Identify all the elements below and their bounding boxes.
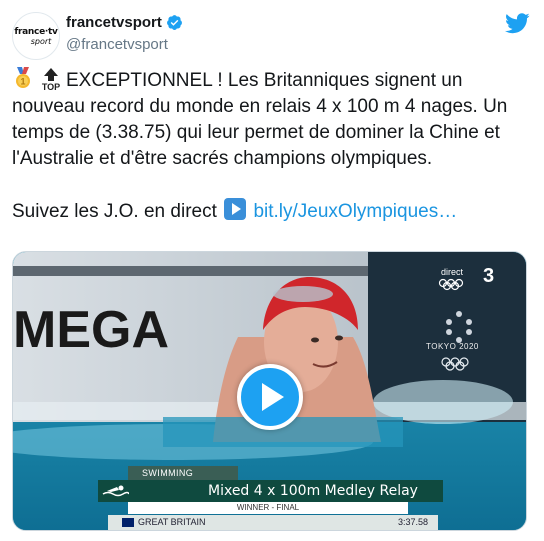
swimmer-icon [102,485,129,497]
tweet-text: 1 TOP EXCEPTIONNEL ! Les Britanniques si… [12,67,532,225]
avatar-logo-subtext: sport [30,36,52,46]
twitter-bird-icon[interactable] [505,13,530,34]
avatar[interactable]: france·tv sport [12,12,60,60]
author-name-row[interactable]: francetvsport [66,14,183,31]
display-name[interactable]: francetvsport [66,14,162,31]
play-icon [262,383,284,411]
great-britain-flag-icon [122,518,134,527]
top-arrow-icon: TOP [42,68,60,91]
tweet-card: france·tv sport francetvsport @francetvs… [0,0,544,541]
gold-medal-icon: 1 [16,67,30,88]
lower-third-stage: WINNER - FINAL [128,502,408,514]
play-button[interactable] [237,364,303,430]
tweet-link[interactable]: bit.ly/JeuxOlympiques… [253,201,457,222]
lower-third-event: Mixed 4 x 100m Medley Relay [98,480,443,502]
svg-text:TOP: TOP [42,82,60,91]
lower-third-country: GREAT BRITAIN [138,517,206,527]
play-button-emoji-icon [224,198,247,220]
tweet-paragraph-2: Suivez les J.O. en direct bit.ly/JeuxOly… [12,198,532,225]
lower-third-time: 3:37.58 [397,517,428,527]
tweet-paragraph-1-text: EXCEPTIONNEL ! Les Britanniques signent … [12,70,508,169]
follow-live-text: Suivez les J.O. en direct [12,201,217,222]
svg-text:1: 1 [20,77,25,87]
channel-direct-label: direct [441,267,464,277]
video-banner-text: MEGA [13,301,169,359]
video-player[interactable]: MEGA direct 3 TOKYO 2020 SWIMMING Mixed … [12,251,527,531]
lower-third-result-row: GREAT BRITAIN 3:37.58 [108,515,438,530]
channel-number: 3 [483,265,495,287]
verified-badge-icon [166,15,182,30]
tweet-paragraph-1: 1 TOP EXCEPTIONNEL ! Les Britanniques si… [12,67,532,172]
lower-third-category: SWIMMING [128,466,238,480]
tokyo-2020-label: TOKYO 2020 [426,342,479,351]
user-handle[interactable]: @francetvsport [66,36,168,53]
avatar-logo-text: france·tv [14,26,58,37]
